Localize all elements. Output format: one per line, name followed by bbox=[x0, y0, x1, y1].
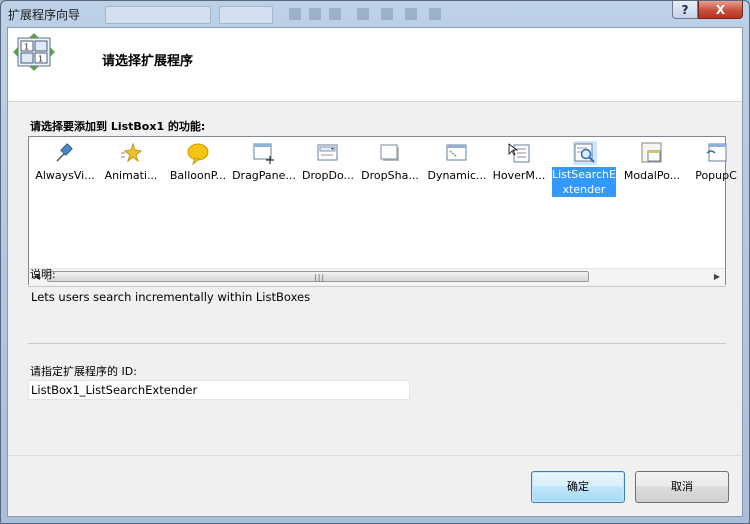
footer-divider bbox=[8, 455, 742, 456]
hover-menu-icon bbox=[508, 143, 530, 163]
modal-popup-icon bbox=[641, 142, 662, 163]
dropdown-icon bbox=[317, 144, 338, 161]
extender-list-label: 请选择要添加到 ListBox1 的功能: bbox=[30, 120, 206, 133]
list-item[interactable]: Dynamic... bbox=[422, 139, 492, 193]
align-icon bbox=[405, 8, 417, 20]
svg-text:1: 1 bbox=[24, 43, 29, 52]
underline-icon bbox=[329, 8, 341, 20]
sparkle-icon bbox=[121, 142, 143, 163]
list-item[interactable]: PopupC bbox=[681, 139, 749, 193]
font-color-icon bbox=[357, 8, 369, 20]
list-item[interactable]: HoverM... bbox=[484, 139, 554, 193]
pin-icon bbox=[56, 143, 73, 162]
extender-list[interactable]: AlwaysVi... Animati... BalloonP... DragP… bbox=[28, 136, 737, 285]
description-box: Lets users search incrementally within L… bbox=[28, 286, 726, 344]
extender-id-label: 请指定扩展程序的 ID: bbox=[30, 365, 137, 378]
list-item[interactable]: DragPane... bbox=[229, 139, 299, 193]
dynamic-populate-icon bbox=[446, 144, 467, 161]
dialog-body: 1 1 请选择扩展程序 请选择要添加到 ListBox1 的功能: Always… bbox=[7, 27, 743, 517]
list-item[interactable]: DropDo... bbox=[293, 139, 363, 193]
drag-panel-icon bbox=[253, 143, 274, 164]
bold-icon bbox=[289, 8, 301, 20]
svg-text:1: 1 bbox=[38, 55, 43, 64]
list-item-selected[interactable]: ListSearchExtender bbox=[550, 139, 620, 197]
list-item[interactable]: AlwaysVi... bbox=[30, 139, 100, 193]
background-toolbar-field bbox=[105, 6, 211, 24]
list-item[interactable]: DropSha... bbox=[355, 139, 425, 193]
scroll-right-arrow-icon[interactable]: ▶ bbox=[709, 269, 725, 285]
list-item[interactable]: BalloonP... bbox=[163, 139, 233, 193]
ok-button[interactable]: 确定 bbox=[531, 471, 625, 503]
drop-shadow-icon bbox=[380, 144, 399, 161]
description-text: Lets users search incrementally within L… bbox=[31, 290, 311, 304]
list-icon bbox=[429, 8, 441, 20]
cancel-button[interactable]: 取消 bbox=[635, 471, 729, 503]
close-button[interactable]: X bbox=[698, 1, 743, 19]
horizontal-scrollbar[interactable]: ◀ ||| ▶ bbox=[29, 268, 725, 285]
background-toolbar-field bbox=[219, 6, 273, 24]
list-search-icon bbox=[573, 141, 597, 165]
help-button[interactable]: ? bbox=[672, 1, 698, 19]
wizard-header: 1 1 请选择扩展程序 bbox=[8, 28, 742, 102]
balloon-icon bbox=[187, 143, 209, 165]
italic-icon bbox=[309, 8, 321, 20]
description-label: 说明: bbox=[30, 268, 56, 281]
page-title: 请选择扩展程序 bbox=[102, 54, 194, 69]
extender-id-input[interactable] bbox=[28, 380, 410, 400]
popup-control-icon bbox=[706, 143, 727, 162]
highlight-icon bbox=[381, 8, 393, 20]
window-title: 扩展程序向导 bbox=[8, 8, 81, 22]
wizard-window: 扩展程序向导 ? X 1 1 请选择扩展程序 请选择要添加到 ListBox1 … bbox=[0, 0, 750, 524]
grip-icon: ||| bbox=[314, 273, 326, 282]
list-item[interactable]: Animati... bbox=[96, 139, 166, 193]
title-bar: 扩展程序向导 ? X bbox=[1, 1, 749, 27]
list-item[interactable]: ModalPo... bbox=[617, 139, 687, 193]
wizard-icon: 1 1 bbox=[13, 33, 55, 71]
scrollbar-thumb[interactable]: ||| bbox=[47, 271, 589, 282]
